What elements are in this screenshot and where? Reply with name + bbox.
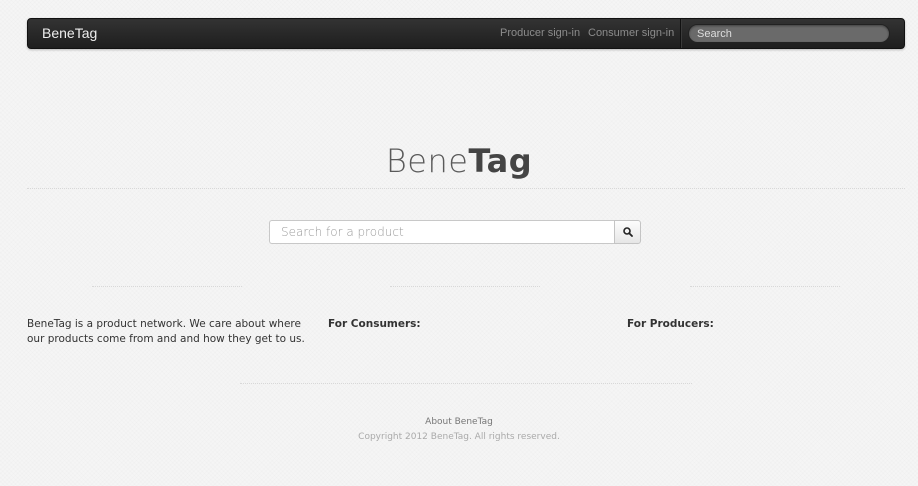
footer-about-row: About BeneTag xyxy=(0,417,918,427)
producers-heading: For Producers: xyxy=(627,318,714,330)
hero-divider xyxy=(27,188,905,189)
product-search-form xyxy=(269,220,641,244)
consumers-heading: For Consumers: xyxy=(328,318,421,330)
top-navbar: BeneTag Producer sign-in Consumer sign-i… xyxy=(27,18,905,49)
consumer-signin-link[interactable]: Consumer sign-in xyxy=(588,27,674,39)
navbar-search-input[interactable] xyxy=(688,24,890,43)
page-title: BeneTag xyxy=(0,142,918,180)
about-description: BeneTag is a product network. We care ab… xyxy=(27,318,305,345)
producer-signin-link[interactable]: Producer sign-in xyxy=(500,27,580,39)
column-divider-about xyxy=(92,286,242,287)
title-part-light: Bene xyxy=(385,142,469,180)
about-benetag-link[interactable]: About BeneTag xyxy=(425,417,493,427)
page: BeneTag Producer sign-in Consumer sign-i… xyxy=(0,0,918,486)
column-divider-producers xyxy=(690,286,840,287)
navbar-divider xyxy=(680,19,682,48)
brand-logo-link[interactable]: BeneTag xyxy=(42,25,97,41)
title-part-bold: Tag xyxy=(468,142,533,180)
footer-divider xyxy=(240,383,692,384)
column-divider-consumers xyxy=(390,286,540,287)
product-search-input[interactable] xyxy=(269,220,615,244)
product-search-button[interactable] xyxy=(614,220,641,244)
copyright-text: Copyright 2012 BeneTag. All rights reser… xyxy=(358,432,560,442)
search-icon xyxy=(623,227,633,237)
